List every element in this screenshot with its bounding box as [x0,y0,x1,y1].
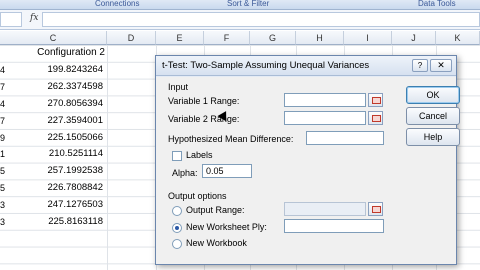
cell-value[interactable]: 262.3374598 [0,79,107,95]
new-worksheet-ply-input[interactable] [284,219,384,233]
cell-value[interactable]: 210.5251114 [0,146,107,162]
formula-input[interactable] [42,12,480,27]
hypothesized-mean-label: Hypothesized Mean Difference: [168,134,294,144]
grid-divider [107,45,108,270]
new-worksheet-ply-label[interactable]: New Worksheet Ply: [186,222,267,232]
ribbon-group-connections[interactable]: Connections [95,0,139,8]
dialog-titlebar[interactable]: t-Test: Two-Sample Assuming Unequal Vari… [156,56,456,76]
column-header-e[interactable]: E [156,31,204,45]
new-workbook-label[interactable]: New Workbook [186,238,247,248]
help-button[interactable]: Help [406,128,460,146]
variable-1-label: Variable 1 Range: [168,96,240,106]
close-button[interactable]: ✕ [430,59,452,72]
variable-1-collapse-icon[interactable] [368,93,383,107]
column-header-c[interactable]: C [0,31,107,45]
new-worksheet-ply-radio[interactable] [172,223,182,233]
output-range-label[interactable]: Output Range: [186,205,245,215]
cell-value[interactable]: 225.8163118 [0,214,107,230]
variable-2-collapse-icon[interactable] [368,111,383,125]
column-header-j[interactable]: J [392,31,436,45]
column-header-h[interactable]: H [296,31,344,45]
alpha-label: Alpha: [172,168,198,178]
output-range-input[interactable] [284,202,366,216]
variable-1-range-input[interactable] [284,93,366,107]
input-section-label: Input [168,82,189,92]
new-workbook-radio[interactable] [172,239,182,249]
ribbon-group-sort-filter[interactable]: Sort & Filter [227,0,269,8]
dialog-title: t-Test: Two-Sample Assuming Unequal Vari… [162,60,370,71]
column-header-g[interactable]: G [250,31,296,45]
dialog-body: Input Variable 1 Range: Variable 2 Range… [156,77,460,264]
cell-value[interactable]: 226.7808842 [0,180,107,196]
output-range-radio[interactable] [172,206,182,216]
ribbon-strip: Connections Sort & Filter Data Tools [0,0,480,10]
cell-value[interactable]: 270.8056394 [0,96,107,112]
cell-value[interactable]: 227.3594001 [0,113,107,129]
cell-value[interactable]: 225.1505066 [0,130,107,146]
ribbon-group-data-tools[interactable]: Data Tools [418,0,456,8]
column-header-k[interactable]: K [436,31,480,45]
column-header-d[interactable]: D [107,31,156,45]
alpha-input[interactable]: 0.05 [202,164,252,178]
cancel-button[interactable]: Cancel [406,107,460,125]
cell-value[interactable]: 199.8243264 [0,62,107,78]
hypothesized-mean-input[interactable] [306,131,384,145]
function-icon[interactable]: fx [30,13,38,23]
title-help-button[interactable]: ? [412,59,428,72]
output-options-label: Output options [168,191,227,201]
cell-column-header[interactable]: Configuration 2 [0,45,107,61]
labels-checkbox[interactable] [172,151,182,161]
column-header-i[interactable]: I [344,31,392,45]
ok-button[interactable]: OK [406,86,460,104]
ttest-dialog: t-Test: Two-Sample Assuming Unequal Vari… [155,55,460,265]
cell-value[interactable]: 247.1276503 [0,197,107,213]
formula-bar: fx [0,10,480,30]
labels-label[interactable]: Labels [186,150,213,160]
name-box[interactable] [0,12,22,27]
variable-2-range-input[interactable] [284,111,366,125]
cell-value[interactable]: 257.1992538 [0,163,107,179]
output-range-collapse-icon[interactable] [368,202,383,216]
column-header-f[interactable]: F [204,31,250,45]
